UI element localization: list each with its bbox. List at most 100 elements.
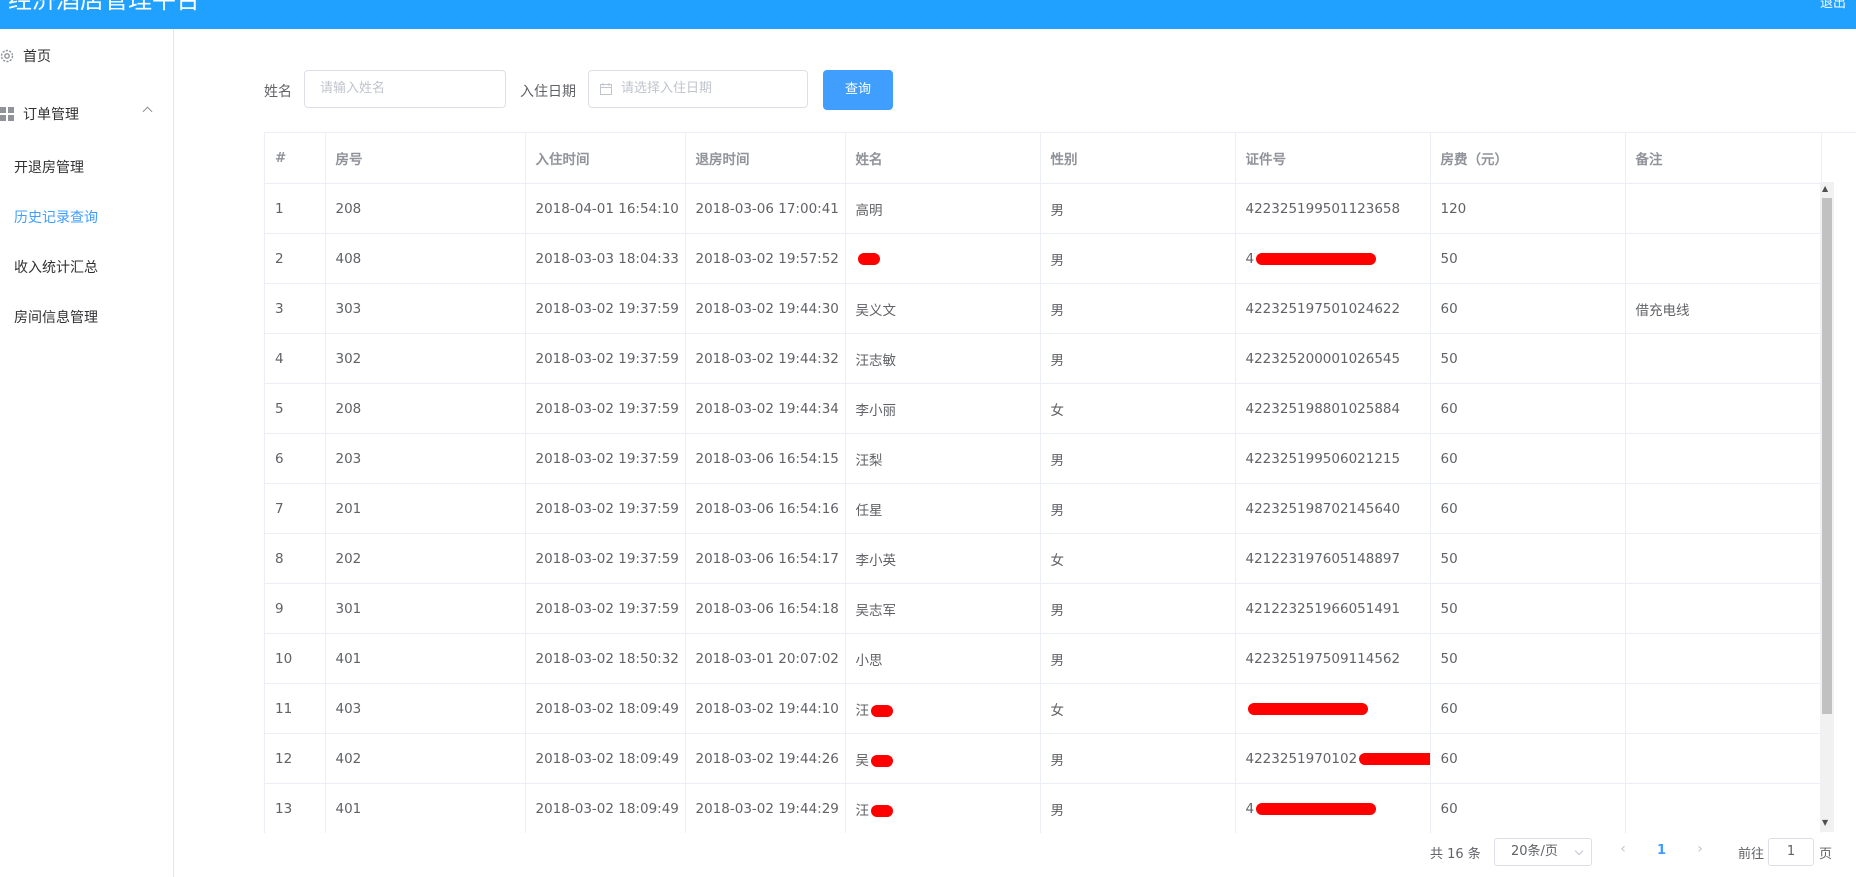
table-cell <box>1625 733 1822 784</box>
table-cell <box>1625 183 1822 234</box>
goto-page-input[interactable]: 1 <box>1768 838 1814 866</box>
table-cell: 男 <box>1040 433 1236 484</box>
table-cell: 50 <box>1430 583 1626 634</box>
cell-text: 李小英 <box>855 552 897 569</box>
table-cell: 2018-03-02 19:37:59 <box>525 583 686 634</box>
table-cell: 2018-03-02 19:37:59 <box>525 483 686 534</box>
cell-text: 10 <box>275 650 293 667</box>
table-row[interactable]: 7 201 2018-03-02 19:37:59 2018-03-06 16:54:… <box>265 483 1822 534</box>
page-size-select[interactable]: 20条/页 <box>1494 838 1592 866</box>
table-cell: 女 <box>1040 533 1236 584</box>
cell-text: 借充电线 <box>1635 302 1690 319</box>
cell-text: 2018-03-02 18:50:32 <box>535 650 679 667</box>
table-scrollbar-thumb[interactable] <box>1822 198 1832 714</box>
cell-text: 403 <box>335 700 362 717</box>
table-cell: 422325197501024622 <box>1235 283 1431 334</box>
table-cell <box>1625 583 1822 634</box>
table-row[interactable]: 5 208 2018-03-02 19:37:59 2018-03-02 19:44:… <box>265 383 1822 434</box>
table-cell: 2018-03-02 19:37:59 <box>525 283 686 334</box>
table-cell: 60 <box>1430 683 1626 734</box>
cell-text: 301 <box>335 600 362 617</box>
logout-link[interactable]: 退出 <box>1820 0 1846 11</box>
grid-icon <box>0 107 14 121</box>
cell-text: 2018-03-06 16:54:18 <box>695 600 839 617</box>
table-row[interactable]: 2 408 2018-03-03 18:04:33 2018-03-02 19:57:… <box>265 233 1822 284</box>
cell-text: 男 <box>1050 752 1065 769</box>
table-cell <box>1625 483 1822 534</box>
table-cell: 2018-03-02 18:09:49 <box>525 683 686 734</box>
table-cell: 6 <box>265 433 326 484</box>
app-header: 经济酒店管理平台 退出 <box>0 0 1856 29</box>
name-input[interactable]: 请输入姓名 <box>304 70 506 108</box>
current-page[interactable]: 1 <box>1657 843 1666 858</box>
table-row[interactable]: 6 203 2018-03-02 19:37:59 2018-03-06 16:54:… <box>265 433 1822 484</box>
table-cell: 2018-03-02 19:37:59 <box>525 433 686 484</box>
cell-text: 302 <box>335 350 362 367</box>
table-cell <box>1625 383 1822 434</box>
cell-text: 2018-03-02 19:37:59 <box>535 600 679 617</box>
table-cell: 2018-03-02 19:37:59 <box>525 533 686 584</box>
sidebar-item-home[interactable]: 首页 <box>0 36 173 76</box>
sidebar-item-history[interactable]: 历史记录查询 <box>14 207 98 227</box>
query-button[interactable]: 查询 <box>823 70 893 110</box>
table-cell: 401 <box>325 633 526 684</box>
cell-text: 男 <box>1050 452 1065 469</box>
table-cell: 10 <box>265 633 326 684</box>
table-cell: 2018-03-06 16:54:16 <box>685 483 846 534</box>
table-cell: 2018-03-02 19:37:59 <box>525 333 686 384</box>
table-row[interactable]: 3 303 2018-03-02 19:37:59 2018-03-02 19:44:… <box>265 283 1822 334</box>
cell-text: 2018-03-02 19:44:29 <box>695 800 839 817</box>
table-cell: 4 <box>265 333 326 384</box>
table-row[interactable]: 10 401 2018-03-02 18:50:32 2018-03-01 20:07… <box>265 633 1822 684</box>
sidebar-group-orders[interactable]: 订单管理 <box>0 94 173 134</box>
table-cell <box>845 233 1041 284</box>
table-header-row: # 房号 入住时间 退房时间 姓名 性别 证件号 房费（元） 备注 <box>265 133 1822 184</box>
table-cell: 2018-03-02 19:44:30 <box>685 283 846 334</box>
next-page-icon[interactable]: › <box>1695 841 1705 861</box>
table-row[interactable]: 9 301 2018-03-02 19:37:59 2018-03-06 16:54:… <box>265 583 1822 634</box>
column-header: # <box>265 133 326 184</box>
sidebar: 首页 订单管理 开退房管理 历史记录查询 收入统计汇总 房间信息管理 <box>0 29 174 877</box>
table-cell <box>1625 233 1822 284</box>
cell-text: 2 <box>275 250 284 267</box>
sidebar-item-rooms[interactable]: 房间信息管理 <box>14 307 98 327</box>
table-row[interactable]: 4 302 2018-03-02 19:37:59 2018-03-02 19:44:… <box>265 333 1822 384</box>
table-cell: 60 <box>1430 733 1626 784</box>
table-row[interactable]: 8 202 2018-03-02 19:37:59 2018-03-06 16:54:… <box>265 533 1822 584</box>
table-cell: 男 <box>1040 233 1236 284</box>
table-row[interactable]: 1 208 2018-04-01 16:54:10 2018-03-06 17:00:… <box>265 183 1822 234</box>
cell-text: 2018-03-02 19:44:34 <box>695 400 839 417</box>
cell-text: 401 <box>335 650 362 667</box>
table-cell: 403 <box>325 683 526 734</box>
table-cell: 4223251970102 <box>1235 733 1431 784</box>
cell-text: 2018-04-01 16:54:10 <box>535 200 679 217</box>
redaction-mark <box>1247 702 1368 715</box>
scroll-up-arrow[interactable]: ▲ <box>1822 184 1828 193</box>
table-row[interactable]: 12 402 2018-03-02 18:09:49 2018-03-02 19:44… <box>265 733 1822 784</box>
checkin-date-picker[interactable]: 请选择入住日期 <box>588 70 808 108</box>
cell-text: 13 <box>275 800 293 817</box>
cell-text: 2018-03-02 19:37:59 <box>535 300 679 317</box>
redaction-mark <box>871 754 893 767</box>
table-row[interactable]: 13 401 2018-03-02 18:09:49 2018-03-02 19:44… <box>265 783 1822 833</box>
cell-text: 60 <box>1440 400 1458 417</box>
sidebar-item-income[interactable]: 收入统计汇总 <box>14 257 98 277</box>
table-cell: 女 <box>1040 383 1236 434</box>
prev-page-icon[interactable]: ‹ <box>1618 841 1628 861</box>
table-cell: 422325200001026545 <box>1235 333 1431 384</box>
scroll-down-arrow[interactable]: ▼ <box>1822 818 1828 827</box>
table-cell: 2018-03-03 18:04:33 <box>525 233 686 284</box>
table-cell: 2018-03-02 19:44:10 <box>685 683 846 734</box>
table-cell: 2018-03-02 19:44:34 <box>685 383 846 434</box>
cell-text: 422325198702145640 <box>1245 500 1401 517</box>
table-cell: 11 <box>265 683 326 734</box>
table-cell <box>1625 333 1822 384</box>
table-row[interactable]: 11 403 2018-03-02 18:09:49 2018-03-02 19:44… <box>265 683 1822 734</box>
sidebar-item-checkin[interactable]: 开退房管理 <box>14 157 84 177</box>
table-cell: 男 <box>1040 333 1236 384</box>
cell-text: 2018-03-02 19:37:59 <box>535 500 679 517</box>
table-cell: 422325197509114562 <box>1235 633 1431 684</box>
cell-text: 吴义文 <box>855 302 897 319</box>
table-cell: 男 <box>1040 283 1236 334</box>
table-cell: 男 <box>1040 183 1236 234</box>
